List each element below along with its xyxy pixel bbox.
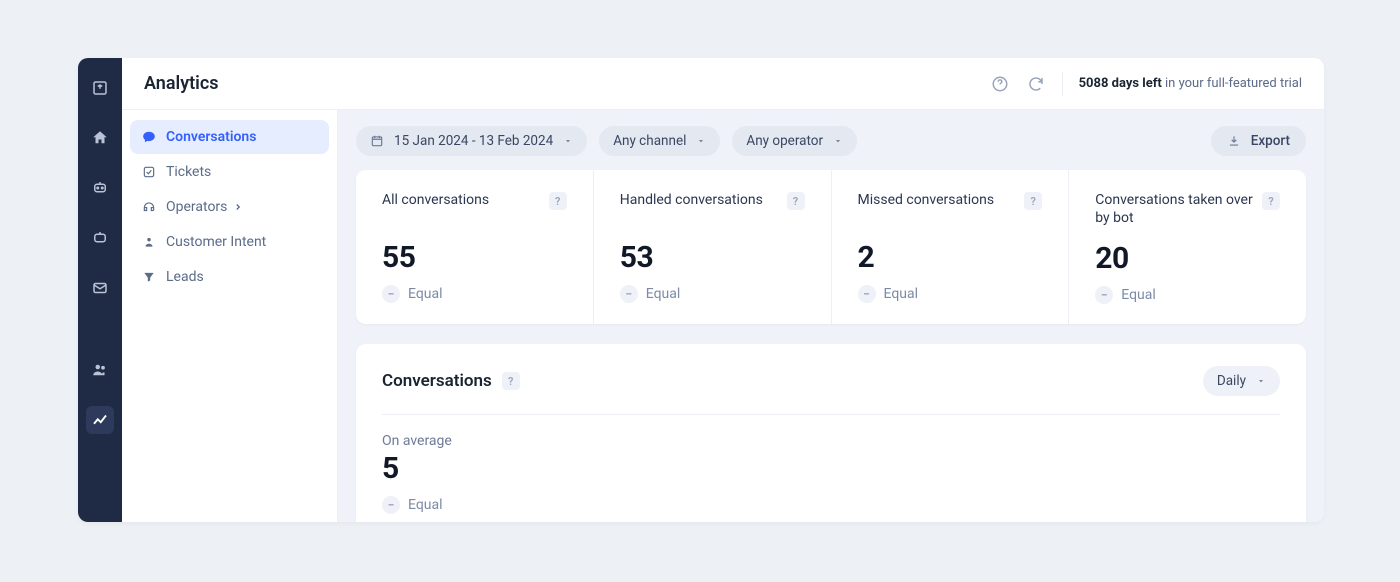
export-button[interactable]: Export <box>1211 126 1306 156</box>
content-pane: Analytics 5088 days left in your full-fe… <box>122 58 1324 522</box>
sidebar-item-label: Tickets <box>166 164 211 180</box>
hint-icon[interactable]: ? <box>549 192 567 210</box>
stat-trend: − Equal <box>382 285 567 303</box>
operator-selector[interactable]: Any operator <box>732 126 857 156</box>
conversations-card-header: Conversations ? Daily <box>382 366 1280 415</box>
card-title: Conversations <box>382 371 492 391</box>
chevron-down-icon <box>696 136 706 146</box>
stat-all-conversations: All conversations ? 55 − Equal <box>356 170 594 324</box>
trend-label: Equal <box>646 286 681 302</box>
trend-label: Equal <box>1121 287 1156 303</box>
avg-trend: − Equal <box>382 496 1280 514</box>
channel-selector[interactable]: Any channel <box>599 126 720 156</box>
trend-equal-icon: − <box>382 285 400 303</box>
stats-summary-card: All conversations ? 55 − Equal Handled c… <box>356 170 1306 324</box>
page-title: Analytics <box>144 73 219 94</box>
chevron-down-icon <box>563 136 573 146</box>
stat-value: 53 <box>620 240 805 275</box>
download-icon <box>1227 134 1241 148</box>
chevron-right-icon <box>233 202 243 212</box>
stat-label: All conversations <box>382 192 489 210</box>
trend-equal-icon: − <box>858 285 876 303</box>
stat-trend: − Equal <box>1095 286 1280 304</box>
sidebar-item-operators[interactable]: Operators <box>130 190 329 224</box>
sidebar-item-conversations[interactable]: Conversations <box>130 120 329 154</box>
app-window: Analytics 5088 days left in your full-fe… <box>78 58 1324 522</box>
stat-bot-takeover: Conversations taken over by bot ? 20 − E… <box>1069 170 1306 324</box>
headset-icon <box>142 200 156 214</box>
sidebar-item-label: Customer Intent <box>166 234 266 250</box>
export-label: Export <box>1251 133 1290 149</box>
rail-bot-icon[interactable] <box>86 224 114 252</box>
date-range-selector[interactable]: 15 Jan 2024 - 13 Feb 2024 <box>356 126 587 156</box>
rail-users-icon[interactable] <box>86 356 114 384</box>
sidebar-item-leads[interactable]: Leads <box>130 260 329 294</box>
main-panel: 15 Jan 2024 - 13 Feb 2024 Any channel An… <box>338 110 1324 522</box>
stat-trend: − Equal <box>620 285 805 303</box>
refresh-icon[interactable] <box>1026 74 1046 94</box>
ticket-icon <box>142 165 156 179</box>
nav-rail <box>78 58 122 522</box>
trial-days: 5088 days left <box>1079 76 1162 91</box>
header-divider <box>1062 72 1063 96</box>
rail-inbox-icon[interactable] <box>86 74 114 102</box>
funnel-icon <box>142 270 156 284</box>
person-icon <box>142 235 156 249</box>
trend-equal-icon: − <box>382 496 400 514</box>
chevron-down-icon <box>833 136 843 146</box>
hint-icon[interactable]: ? <box>502 372 520 390</box>
sidebar-item-label: Leads <box>166 269 204 285</box>
hint-icon[interactable]: ? <box>787 192 805 210</box>
period-selector[interactable]: Daily <box>1203 366 1280 396</box>
analytics-sidebar: Conversations Tickets Operators Customer… <box>122 110 338 522</box>
trial-status: 5088 days left in your full-featured tri… <box>1079 76 1302 91</box>
sidebar-item-label: Conversations <box>166 129 256 145</box>
page-header: Analytics 5088 days left in your full-fe… <box>122 58 1324 110</box>
sidebar-item-label: Operators <box>166 199 227 215</box>
trend-label: Equal <box>408 286 443 302</box>
sidebar-item-tickets[interactable]: Tickets <box>130 155 329 189</box>
help-icon[interactable] <box>990 74 1010 94</box>
stat-label: Handled conversations <box>620 192 763 210</box>
rail-mail-icon[interactable] <box>86 274 114 302</box>
date-range-label: 15 Jan 2024 - 13 Feb 2024 <box>394 133 553 149</box>
trend-label: Equal <box>408 497 443 513</box>
trend-equal-icon: − <box>620 285 638 303</box>
calendar-icon <box>370 134 384 148</box>
stat-missed-conversations: Missed conversations ? 2 − Equal <box>832 170 1070 324</box>
stat-label: Conversations taken over by bot <box>1095 192 1254 227</box>
stat-handled-conversations: Handled conversations ? 53 − Equal <box>594 170 832 324</box>
rail-bot-ai-icon[interactable] <box>86 174 114 202</box>
operator-label: Any operator <box>746 133 823 149</box>
stat-value: 55 <box>382 240 567 275</box>
stat-value: 2 <box>858 240 1043 275</box>
stat-value: 20 <box>1095 241 1280 276</box>
avg-value: 5 <box>382 451 1280 486</box>
filter-bar: 15 Jan 2024 - 13 Feb 2024 Any channel An… <box>356 126 1306 156</box>
period-label: Daily <box>1217 373 1246 389</box>
sidebar-item-customer-intent[interactable]: Customer Intent <box>130 225 329 259</box>
avg-label: On average <box>382 433 1280 449</box>
trend-label: Equal <box>884 286 919 302</box>
trial-suffix: in your full-featured trial <box>1162 76 1302 91</box>
trend-equal-icon: − <box>1095 286 1113 304</box>
conversations-card: Conversations ? Daily On average 5 − Equ… <box>356 344 1306 522</box>
hint-icon[interactable]: ? <box>1262 192 1280 210</box>
hint-icon[interactable]: ? <box>1024 192 1042 210</box>
stat-trend: − Equal <box>858 285 1043 303</box>
rail-analytics-icon[interactable] <box>86 406 114 434</box>
stat-label: Missed conversations <box>858 192 995 210</box>
chat-icon <box>142 130 156 144</box>
chevron-down-icon <box>1256 376 1266 386</box>
body: Conversations Tickets Operators Customer… <box>122 110 1324 522</box>
rail-home-icon[interactable] <box>86 124 114 152</box>
channel-label: Any channel <box>613 133 686 149</box>
